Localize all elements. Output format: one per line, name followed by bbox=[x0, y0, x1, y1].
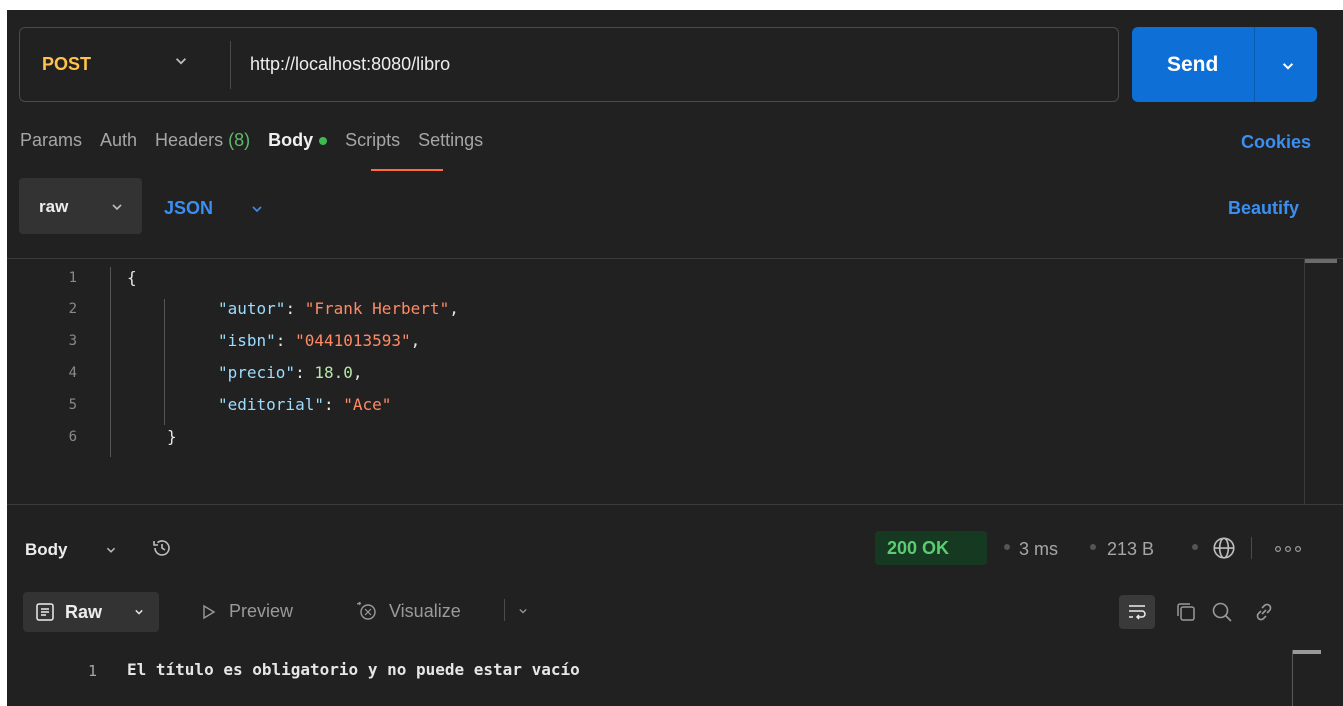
url-input[interactable]: http://localhost:8080/libro bbox=[250, 54, 450, 75]
divider bbox=[1251, 537, 1252, 559]
tab-params[interactable]: Params bbox=[20, 130, 82, 160]
more-icon[interactable] bbox=[1273, 544, 1303, 554]
json-value: "Frank Herbert" bbox=[304, 299, 450, 318]
history-icon[interactable] bbox=[150, 536, 174, 560]
text-doc-icon bbox=[36, 603, 54, 621]
preview-tab[interactable]: Preview bbox=[229, 601, 293, 622]
json-value: "0441013593" bbox=[295, 331, 411, 350]
play-icon bbox=[203, 604, 216, 620]
response-size[interactable]: 213 B bbox=[1107, 539, 1154, 560]
wrap-lines-button[interactable] bbox=[1119, 595, 1155, 629]
editor-scrollbar-track bbox=[1304, 259, 1305, 504]
separator-dot bbox=[1004, 544, 1010, 550]
tab-body[interactable]: Body bbox=[268, 130, 328, 160]
response-view-select[interactable]: Raw bbox=[23, 592, 159, 632]
tab-settings[interactable]: Settings bbox=[418, 130, 483, 160]
divider bbox=[504, 599, 505, 621]
json-value: 18.0 bbox=[314, 363, 353, 382]
postman-request-view: POST http://localhost:8080/libro Send Pa… bbox=[7, 10, 1343, 706]
response-time[interactable]: 3 ms bbox=[1019, 539, 1058, 560]
body-mode-select[interactable]: raw bbox=[19, 178, 142, 234]
divider bbox=[230, 41, 231, 89]
code-line: "autor": "Frank Herbert", bbox=[218, 299, 459, 318]
beautify-link[interactable]: Beautify bbox=[1228, 198, 1299, 219]
copy-icon[interactable] bbox=[1175, 601, 1197, 623]
separator-dot bbox=[1090, 544, 1096, 550]
body-mode-label: raw bbox=[39, 197, 69, 216]
visualize-icon bbox=[356, 601, 376, 620]
cookies-link[interactable]: Cookies bbox=[1241, 132, 1311, 153]
separator-dot bbox=[1192, 544, 1198, 550]
chevron-down-icon[interactable] bbox=[1277, 55, 1299, 77]
chevron-down-icon[interactable] bbox=[247, 199, 267, 219]
line-number: 1 bbox=[87, 662, 97, 680]
code-line: "editorial": "Ace" bbox=[218, 395, 392, 414]
indent-guide bbox=[164, 299, 165, 425]
response-scrollbar-track bbox=[1292, 650, 1293, 706]
method-select[interactable]: POST bbox=[42, 54, 91, 75]
wrap-lines-icon bbox=[1129, 605, 1146, 620]
visualize-tab[interactable]: Visualize bbox=[389, 601, 461, 622]
chevron-down-icon[interactable] bbox=[102, 541, 120, 559]
chevron-down-icon[interactable] bbox=[170, 50, 192, 72]
code-line: "isbn": "0441013593", bbox=[218, 331, 421, 350]
globe-icon[interactable] bbox=[1211, 535, 1237, 561]
indent-guide bbox=[110, 267, 111, 457]
code-brace: } bbox=[167, 427, 177, 446]
tab-headers[interactable]: Headers (8) bbox=[155, 130, 250, 160]
json-key: "editorial" bbox=[218, 395, 324, 414]
response-scrollbar[interactable] bbox=[1293, 650, 1321, 654]
line-number: 5 bbox=[68, 397, 77, 413]
response-section-select[interactable]: Body bbox=[25, 540, 68, 560]
json-key: "precio" bbox=[218, 363, 296, 382]
link-icon[interactable] bbox=[1252, 600, 1276, 624]
language-select[interactable]: JSON bbox=[164, 198, 213, 219]
chevron-down-icon bbox=[135, 609, 143, 615]
modified-dot-icon bbox=[319, 137, 328, 146]
chevron-down-icon bbox=[112, 204, 122, 211]
search-icon[interactable] bbox=[1210, 600, 1234, 624]
pane-divider[interactable] bbox=[7, 504, 1343, 505]
tab-headers-label: Headers bbox=[155, 130, 224, 150]
body-editor[interactable]: 1 { 2 "autor": "Frank Herbert", 3 "isbn"… bbox=[7, 259, 1343, 504]
url-bar: POST http://localhost:8080/libro bbox=[19, 27, 1119, 102]
headers-count: (8) bbox=[228, 130, 251, 150]
line-number: 1 bbox=[68, 270, 77, 286]
request-tabs: Params Auth Headers (8) Body Scripts Set… bbox=[20, 130, 501, 160]
tab-body-label: Body bbox=[268, 130, 314, 150]
code-line: "precio": 18.0, bbox=[218, 363, 363, 382]
line-number: 3 bbox=[68, 333, 77, 349]
json-key: "autor" bbox=[218, 299, 286, 318]
status-code: 200 OK bbox=[887, 538, 950, 558]
json-value: "Ace" bbox=[343, 395, 392, 414]
tab-auth[interactable]: Auth bbox=[100, 130, 137, 160]
line-number: 6 bbox=[68, 429, 77, 445]
code-brace: { bbox=[127, 268, 137, 287]
editor-scrollbar[interactable] bbox=[1305, 259, 1337, 263]
status-badge[interactable]: 200 OK bbox=[875, 531, 987, 565]
line-number: 2 bbox=[68, 301, 77, 317]
response-body-text[interactable]: El título es obligatorio y no puede esta… bbox=[127, 660, 580, 679]
divider bbox=[1254, 27, 1255, 102]
send-button-label: Send bbox=[1167, 53, 1219, 76]
chevron-down-icon[interactable] bbox=[515, 603, 531, 619]
line-number: 4 bbox=[68, 365, 77, 381]
active-tab-indicator bbox=[371, 169, 443, 171]
send-button[interactable]: Send bbox=[1132, 27, 1317, 102]
json-key: "isbn" bbox=[218, 331, 276, 350]
tab-scripts[interactable]: Scripts bbox=[345, 130, 400, 160]
response-view-label: Raw bbox=[65, 602, 103, 622]
